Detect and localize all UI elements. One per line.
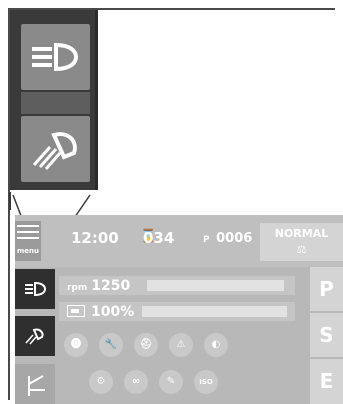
menu-button[interactable]: menu — [15, 221, 41, 261]
headlight-button[interactable] — [21, 24, 90, 90]
clock: 12:00 — [71, 229, 119, 247]
headlight-icon — [31, 42, 78, 72]
battery-label: 100% — [67, 304, 134, 320]
e-button[interactable]: E — [310, 359, 343, 404]
rpm-value: 1250 — [91, 278, 131, 294]
headlight-tile[interactable] — [15, 269, 55, 309]
wrench-icon: 🔧 — [99, 333, 123, 357]
seat-belt-icon: ⛑ — [134, 333, 158, 357]
pen-icon: ✎ — [159, 370, 183, 394]
work-light-icon — [32, 132, 77, 170]
balance-icon: ⚖ — [296, 243, 307, 256]
s-button[interactable]: S — [310, 313, 343, 357]
battery-value: 100% — [91, 304, 135, 320]
p-button[interactable]: P — [310, 267, 343, 311]
warning-triangle-icon: ⚠ — [169, 333, 193, 357]
menu-icon — [17, 225, 39, 239]
brake-warning-icon: ⓿ — [64, 333, 88, 357]
program-number: P 0006 — [203, 231, 252, 246]
mode-label: NORMAL — [274, 227, 329, 240]
zoom-panel — [10, 10, 98, 190]
iso-icon: ISO — [194, 370, 218, 394]
rpm-gauge: rpm 1250 — [59, 276, 295, 295]
dashboard-screen: menu 12:00 ⌛ 034 P 0006 NORMAL ⚖ rpm 125… — [15, 215, 343, 404]
battery-bar — [142, 306, 287, 317]
work-light-small-icon — [25, 328, 44, 345]
battery-icon — [67, 305, 85, 317]
zoom-separator — [21, 92, 90, 114]
field-tile[interactable] — [15, 364, 55, 404]
work-light-button[interactable] — [21, 116, 90, 182]
battery-gauge: 100% — [59, 302, 295, 321]
menu-label: menu — [16, 247, 39, 255]
top-bar: menu 12:00 ⌛ 034 P 0006 NORMAL ⚖ — [15, 215, 343, 267]
hours-counter: 034 — [143, 229, 175, 247]
field-icon — [28, 375, 45, 396]
rpm-unit: rpm — [67, 283, 88, 293]
program-value: 0006 — [216, 231, 253, 246]
work-light-tile[interactable] — [15, 316, 55, 356]
program-prefix: P — [203, 235, 210, 245]
diagonal-split-icon: ◐ — [204, 333, 228, 357]
connector-icon: ⚙ — [89, 370, 113, 394]
mode-button[interactable]: NORMAL ⚖ — [260, 223, 343, 261]
rpm-bar — [147, 280, 284, 291]
headlight-small-icon — [25, 281, 47, 297]
chain-icon: ∞ — [124, 370, 148, 394]
rpm-label: rpm 1250 — [67, 278, 130, 294]
